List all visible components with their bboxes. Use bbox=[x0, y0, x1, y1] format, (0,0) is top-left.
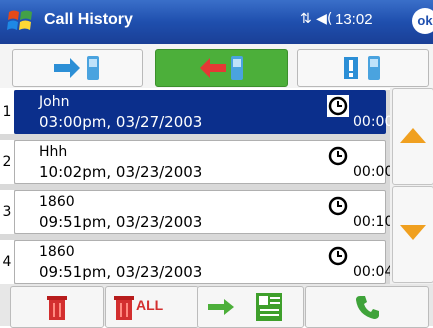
delete-all-button[interactable]: ALL bbox=[105, 286, 199, 328]
call-duration: 00:00 bbox=[353, 114, 394, 130]
list-item[interactable]: 4 1860 09:51pm, 03/23/2003 00:04 bbox=[0, 240, 393, 284]
trash-icon bbox=[114, 296, 134, 320]
call-duration: 00:10 bbox=[353, 214, 394, 230]
delete-button[interactable] bbox=[10, 286, 104, 328]
row-index: 4 bbox=[0, 240, 14, 284]
title-bar: Call History ⇅ ◀( 13:02 ok bbox=[0, 0, 433, 44]
call-button[interactable] bbox=[305, 286, 429, 328]
save-to-contacts-button[interactable] bbox=[197, 286, 304, 328]
clock-icon bbox=[328, 196, 348, 216]
call-type-tabs bbox=[0, 44, 433, 88]
row-index: 2 bbox=[0, 140, 14, 184]
clock-icon bbox=[327, 95, 349, 117]
caller-name: 1860 bbox=[39, 194, 75, 210]
scroll-controls bbox=[390, 88, 433, 284]
arrow-down-icon bbox=[400, 225, 426, 240]
clock-icon bbox=[328, 146, 348, 166]
connectivity-volume-icon[interactable]: ⇅ ◀( bbox=[300, 11, 332, 27]
list-item[interactable]: 3 1860 09:51pm, 03/23/2003 00:10 bbox=[0, 190, 393, 234]
call-datetime: 09:51pm, 03/23/2003 bbox=[39, 263, 203, 281]
caller-name: John bbox=[39, 94, 70, 110]
arrow-left-phone-icon bbox=[199, 56, 243, 80]
windows-start-icon[interactable] bbox=[6, 6, 36, 36]
list-item[interactable]: 1 John 03:00pm, 03/27/2003 00:00 bbox=[0, 90, 393, 134]
row-index: 1 bbox=[0, 90, 14, 134]
caller-name: 1860 bbox=[39, 244, 75, 260]
tab-missed[interactable] bbox=[297, 49, 429, 87]
call-list: 1 John 03:00pm, 03/27/2003 00:00 2 Hhh 1… bbox=[0, 90, 393, 284]
row-index: 3 bbox=[0, 190, 14, 234]
trash-icon bbox=[47, 296, 67, 320]
tab-incoming[interactable] bbox=[155, 49, 288, 87]
call-datetime: 10:02pm, 03/23/2003 bbox=[39, 163, 203, 181]
clock-time[interactable]: 13:02 bbox=[335, 11, 373, 28]
arrow-to-contacts-icon bbox=[208, 293, 282, 321]
call-datetime: 09:51pm, 03/23/2003 bbox=[39, 213, 203, 231]
app-title: Call History bbox=[44, 11, 133, 28]
ok-button[interactable]: ok bbox=[412, 8, 433, 34]
scroll-up-button[interactable] bbox=[392, 88, 433, 185]
phone-icon bbox=[356, 296, 379, 319]
call-datetime: 03:00pm, 03/27/2003 bbox=[39, 113, 203, 131]
list-item[interactable]: 2 Hhh 10:02pm, 03/23/2003 00:00 bbox=[0, 140, 393, 184]
arrow-up-icon bbox=[400, 128, 426, 143]
arrow-right-phone-icon bbox=[53, 56, 99, 80]
clock-icon bbox=[328, 246, 348, 266]
call-duration: 00:00 bbox=[353, 164, 394, 180]
exclamation-phone-icon bbox=[344, 56, 380, 80]
tab-outgoing[interactable] bbox=[12, 49, 143, 87]
call-duration: 00:04 bbox=[353, 264, 394, 280]
caller-name: Hhh bbox=[39, 144, 68, 160]
scroll-down-button[interactable] bbox=[392, 186, 433, 283]
bottom-toolbar: ALL bbox=[0, 284, 433, 328]
delete-all-label: ALL bbox=[136, 297, 164, 313]
